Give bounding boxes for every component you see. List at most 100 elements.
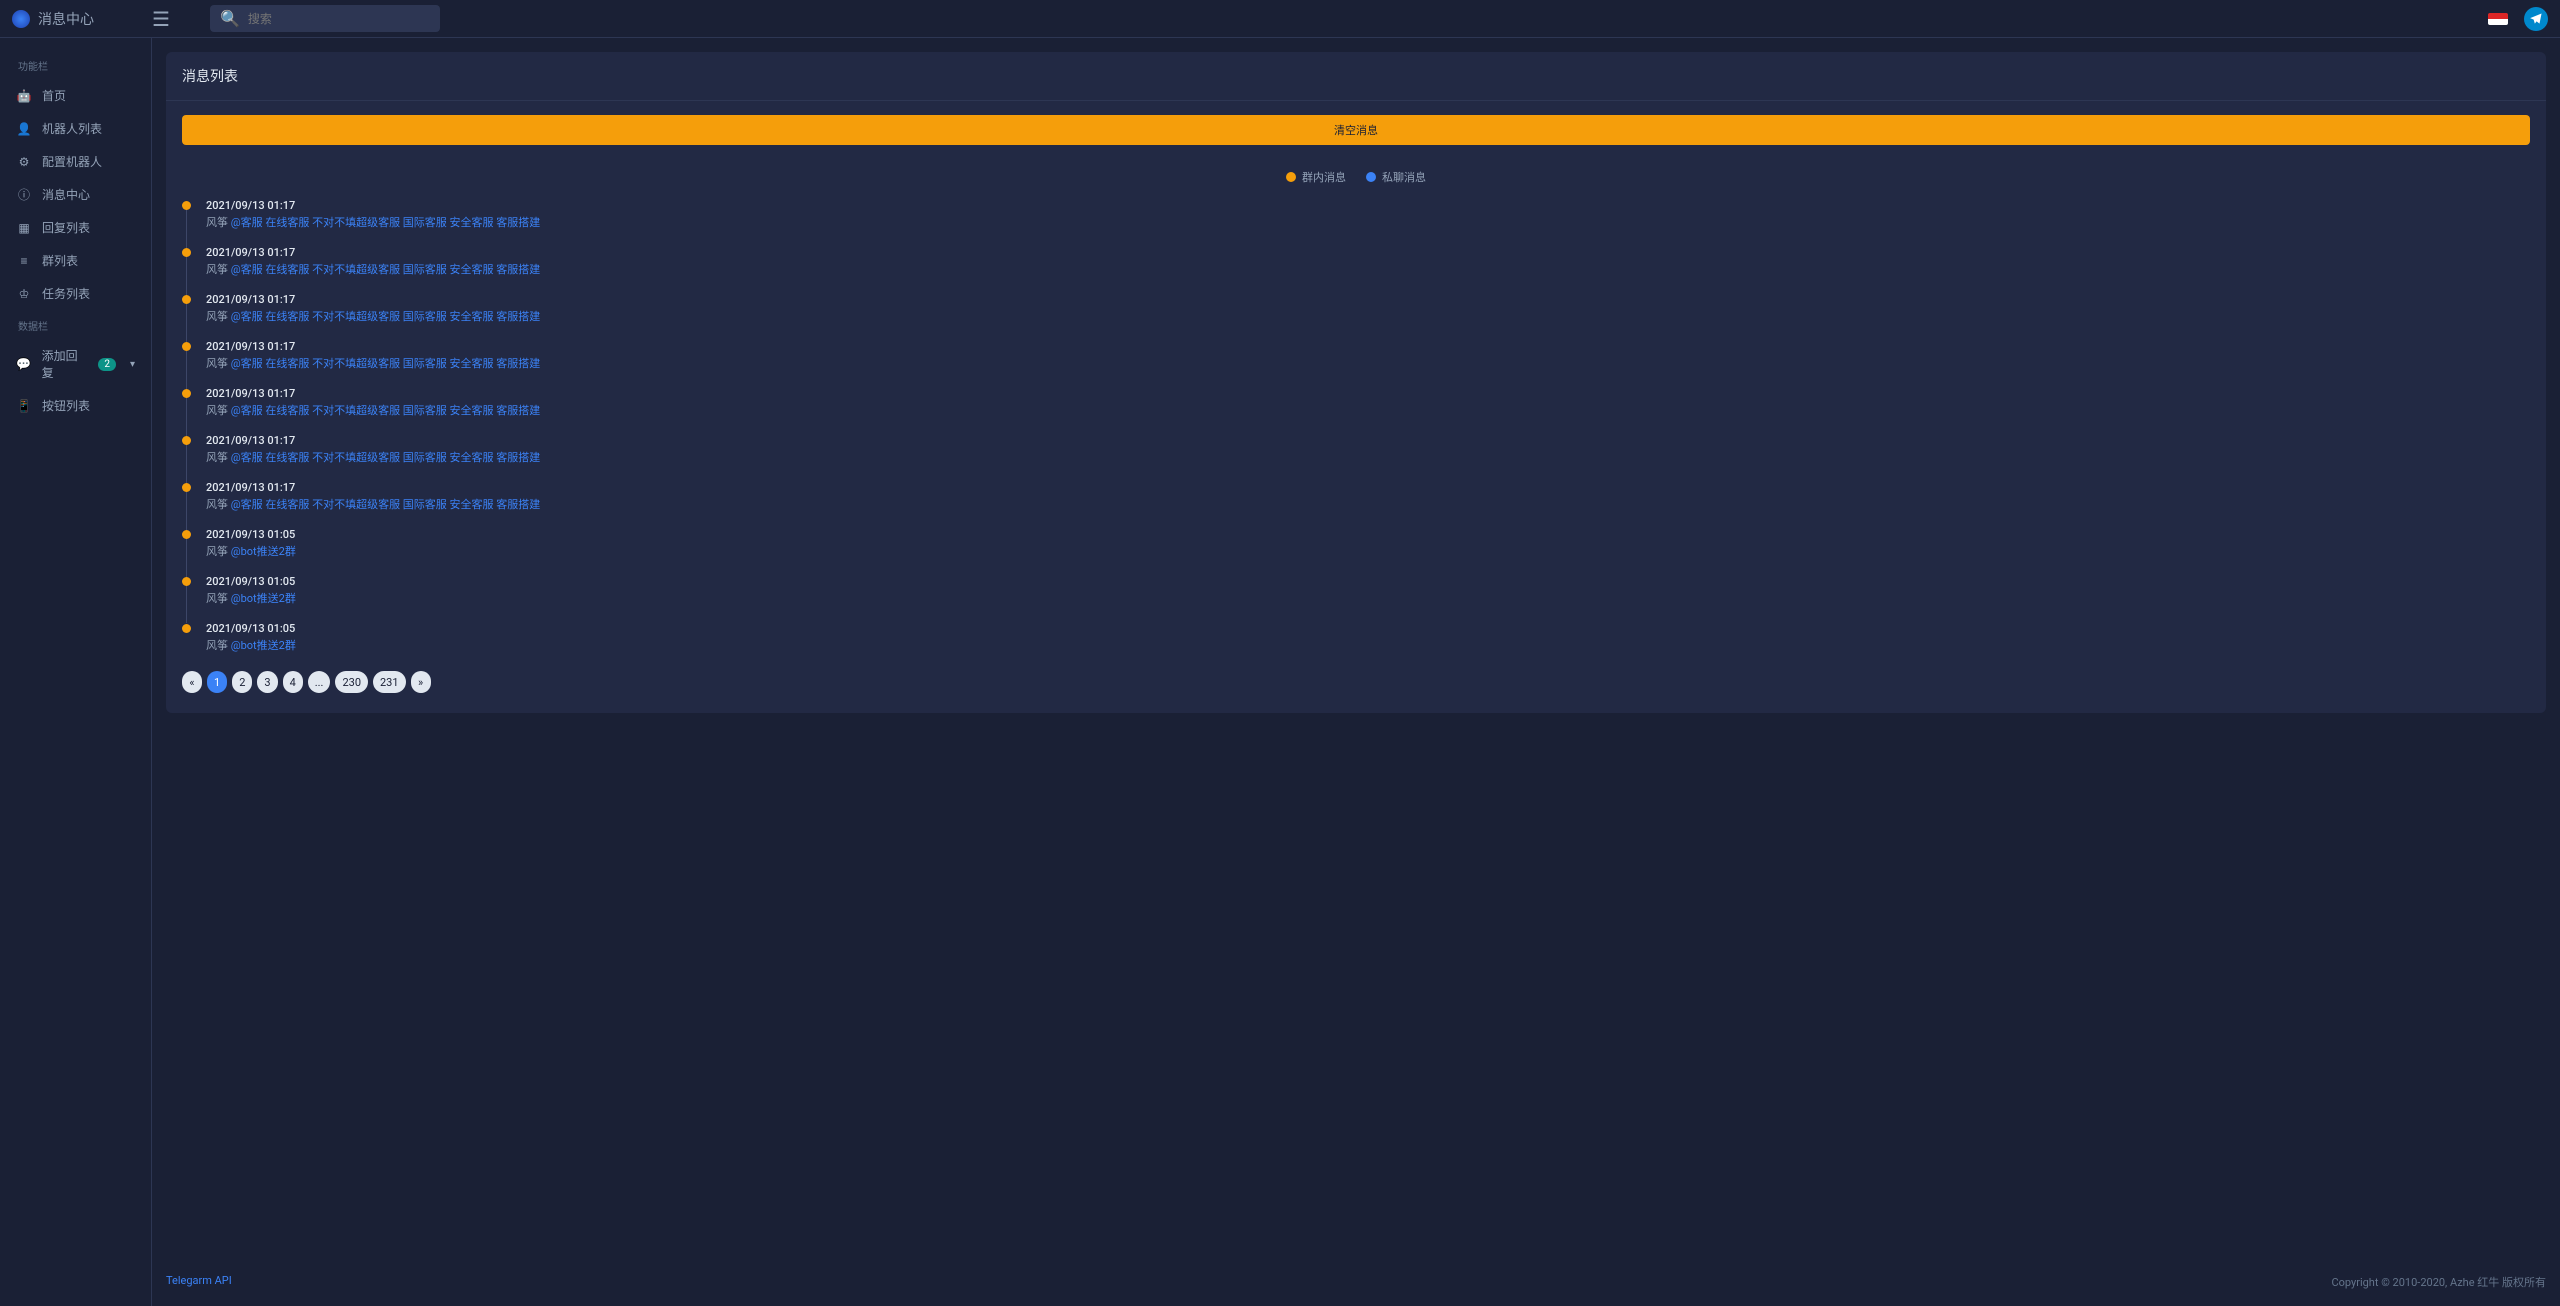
message-date: 2021/09/13 01:05: [206, 622, 2530, 635]
timeline-item[interactable]: 2021/09/13 01:17 风筝 @客服 在线客服 不对不填超级客服 国际…: [206, 293, 2530, 324]
footer: Telegarm API Copyright © 2010-2020, Azhe…: [166, 1258, 2546, 1306]
message-date: 2021/09/13 01:17: [206, 199, 2530, 212]
message-content: 风筝 @客服 在线客服 不对不填超级客服 国际客服 安全客服 客服搭建: [206, 355, 2530, 371]
message-date: 2021/09/13 01:17: [206, 387, 2530, 400]
main-content: 消息列表 清空消息 群内消息 私聊消息 2021/09/13 01:17 风筝 …: [152, 0, 2560, 1306]
clear-messages-button[interactable]: 清空消息: [182, 115, 2530, 145]
message-content: 风筝 @bot推送2群: [206, 543, 2530, 559]
flag-icon[interactable]: [2488, 13, 2508, 25]
timeline-dot: [182, 624, 191, 633]
header: 消息中心 ☰ 🔍: [0, 0, 2560, 38]
sidebar-item-label: 机器人列表: [42, 120, 102, 137]
sidebar-item-group-list[interactable]: ≡ 群列表: [0, 244, 151, 277]
timeline-item[interactable]: 2021/09/13 01:17 风筝 @客服 在线客服 不对不填超级客服 国际…: [206, 340, 2530, 371]
message-date: 2021/09/13 01:17: [206, 293, 2530, 306]
sidebar-item-button-list[interactable]: 📱 按钮列表: [0, 389, 151, 422]
message-content: 风筝 @客服 在线客服 不对不填超级客服 国际客服 安全客服 客服搭建: [206, 214, 2530, 230]
message-content: 风筝 @客服 在线客服 不对不填超级客服 国际客服 安全客服 客服搭建: [206, 261, 2530, 277]
legend-dot-orange: [1286, 172, 1296, 182]
page-button[interactable]: 4: [283, 671, 303, 693]
user-circle-icon: 👤: [16, 121, 32, 137]
timeline-dot: [182, 295, 191, 304]
message-content: 风筝 @客服 在线客服 不对不填超级客服 国际客服 安全客服 客服搭建: [206, 449, 2530, 465]
search-box: 🔍: [210, 5, 440, 32]
logo-icon: [12, 10, 30, 28]
legend-private: 私聊消息: [1366, 169, 1426, 185]
page-button[interactable]: 231: [373, 671, 406, 693]
footer-copyright: Copyright © 2010-2020, Azhe 红牛 版权所有: [2331, 1274, 2546, 1290]
timeline-dot: [182, 577, 191, 586]
chevron-down-icon: ▾: [130, 359, 135, 370]
message-content: 风筝 @bot推送2群: [206, 637, 2530, 653]
menu-toggle-icon[interactable]: ☰: [152, 7, 170, 31]
sidebar-item-config-bot[interactable]: ⚙ 配置机器人: [0, 145, 151, 178]
sidebar-item-label: 群列表: [42, 252, 78, 269]
page-prev[interactable]: «: [182, 671, 202, 693]
footer-api-link[interactable]: Telegarm API: [166, 1274, 232, 1290]
page-button[interactable]: 2: [232, 671, 252, 693]
sidebar-item-label: 首页: [42, 87, 66, 104]
sidebar-item-label: 配置机器人: [42, 153, 102, 170]
logo: 消息中心: [12, 9, 152, 29]
timeline-item[interactable]: 2021/09/13 01:17 风筝 @客服 在线客服 不对不填超级客服 国际…: [206, 246, 2530, 277]
message-content: 风筝 @客服 在线客服 不对不填超级客服 国际客服 安全客服 客服搭建: [206, 496, 2530, 512]
search-icon: 🔍: [220, 9, 240, 28]
card-title: 消息列表: [166, 52, 2546, 101]
timeline-item[interactable]: 2021/09/13 01:17 风筝 @客服 在线客服 不对不填超级客服 国际…: [206, 387, 2530, 418]
timeline-dot: [182, 436, 191, 445]
page-next[interactable]: »: [411, 671, 431, 693]
sidebar-item-add-reply[interactable]: 💬 添加回复 2 ▾: [0, 339, 151, 389]
timeline-dot: [182, 201, 191, 210]
timeline-item[interactable]: 2021/09/13 01:17 风筝 @客服 在线客服 不对不填超级客服 国际…: [206, 434, 2530, 465]
timeline-item[interactable]: 2021/09/13 01:17 风筝 @客服 在线客服 不对不填超级客服 国际…: [206, 481, 2530, 512]
message-content: 风筝 @客服 在线客服 不对不填超级客服 国际客服 安全客服 客服搭建: [206, 402, 2530, 418]
card-body: 清空消息 群内消息 私聊消息 2021/09/13 01:17 风筝 @客服 在…: [166, 101, 2546, 713]
list-icon: ▦: [16, 220, 32, 236]
message-date: 2021/09/13 01:17: [206, 340, 2530, 353]
sidebar-item-task-list[interactable]: ♔ 任务列表: [0, 277, 151, 310]
timeline-item[interactable]: 2021/09/13 01:05 风筝 @bot推送2群: [206, 528, 2530, 559]
sidebar-item-bot-list[interactable]: 👤 机器人列表: [0, 112, 151, 145]
sidebar-item-label: 添加回复: [42, 347, 89, 381]
sidebar-item-reply-list[interactable]: ▦ 回复列表: [0, 211, 151, 244]
robot-icon: 🤖: [16, 88, 32, 104]
app-title: 消息中心: [38, 9, 94, 29]
info-icon: ⓘ: [16, 187, 32, 203]
message-date: 2021/09/13 01:05: [206, 528, 2530, 541]
page-button: ...: [308, 671, 331, 693]
timeline-item[interactable]: 2021/09/13 01:17 风筝 @客服 在线客服 不对不填超级客服 国际…: [206, 199, 2530, 230]
timeline-dot: [182, 530, 191, 539]
legend-label: 群内消息: [1302, 169, 1346, 185]
timeline-item[interactable]: 2021/09/13 01:05 风筝 @bot推送2群: [206, 622, 2530, 653]
sidebar-item-home[interactable]: 🤖 首页: [0, 79, 151, 112]
page-button[interactable]: 1: [207, 671, 227, 693]
timeline: 2021/09/13 01:17 风筝 @客服 在线客服 不对不填超级客服 国际…: [182, 199, 2530, 653]
pagination: «1234...230231»: [182, 671, 2530, 693]
legend-label: 私聊消息: [1382, 169, 1426, 185]
message-date: 2021/09/13 01:17: [206, 246, 2530, 259]
message-content: 风筝 @客服 在线客服 不对不填超级客服 国际客服 安全客服 客服搭建: [206, 308, 2530, 324]
chess-icon: ♔: [16, 286, 32, 302]
mobile-icon: 📱: [16, 398, 32, 414]
timeline-dot: [182, 389, 191, 398]
badge: 2: [98, 358, 116, 371]
message-content: 风筝 @bot推送2群: [206, 590, 2530, 606]
message-date: 2021/09/13 01:17: [206, 481, 2530, 494]
timeline-item[interactable]: 2021/09/13 01:05 风筝 @bot推送2群: [206, 575, 2530, 606]
legend: 群内消息 私聊消息: [182, 169, 2530, 185]
legend-dot-blue: [1366, 172, 1376, 182]
sidebar-item-label: 回复列表: [42, 219, 90, 236]
search-input[interactable]: [248, 12, 430, 26]
sidebar-item-label: 按钮列表: [42, 397, 90, 414]
legend-group: 群内消息: [1286, 169, 1346, 185]
header-right: [2488, 7, 2548, 31]
page-button[interactable]: 3: [257, 671, 277, 693]
timeline-dot: [182, 342, 191, 351]
sidebar-item-message-center[interactable]: ⓘ 消息中心: [0, 178, 151, 211]
chat-icon: 💬: [16, 356, 32, 372]
sidebar-item-label: 任务列表: [42, 285, 90, 302]
telegram-icon[interactable]: [2524, 7, 2548, 31]
page-button[interactable]: 230: [335, 671, 368, 693]
timeline-dot: [182, 248, 191, 257]
message-date: 2021/09/13 01:17: [206, 434, 2530, 447]
